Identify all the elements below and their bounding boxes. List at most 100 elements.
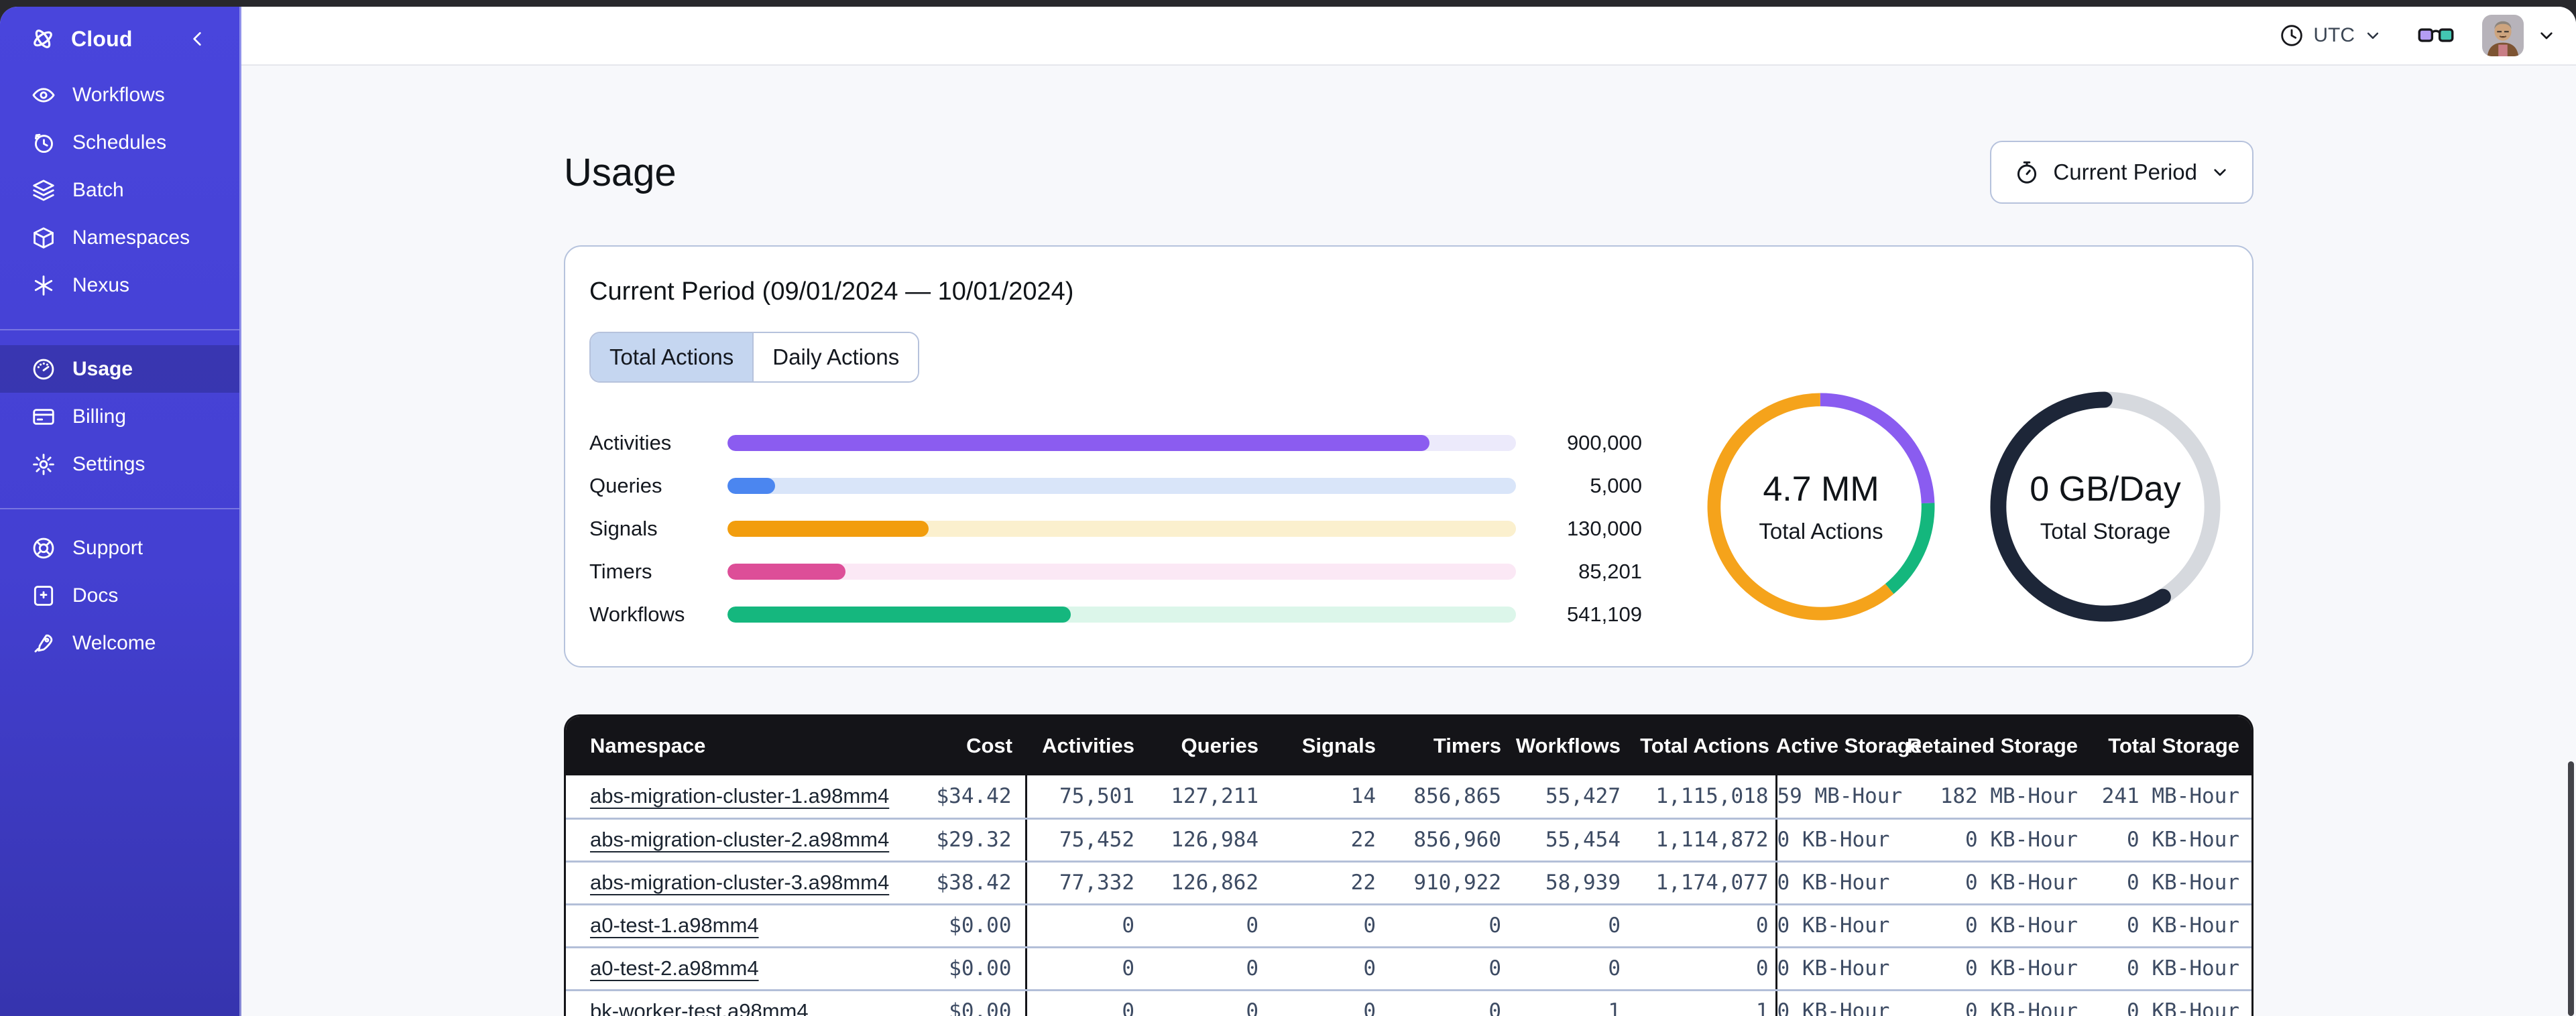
signals-cell: 0 — [1265, 990, 1383, 1016]
sidebar-item-batch[interactable]: Batch — [0, 166, 239, 214]
temporal-logo-icon — [30, 25, 56, 52]
column-header-workflows: Workflows — [1508, 716, 1627, 775]
timezone-selector[interactable]: UTC — [2278, 22, 2383, 49]
namespace-link[interactable]: bk-worker-test.a98mm4 — [590, 999, 809, 1016]
activities-cell: 77,332 — [1026, 861, 1141, 905]
card-title: Current Period (09/01/2024 — 10/01/2024) — [589, 277, 1074, 306]
bar-row-timers: Timers 85,201 — [589, 550, 1642, 593]
workflows-cell: 0 — [1508, 947, 1627, 991]
bar-value: 85,201 — [1578, 560, 1642, 583]
bar-fill — [727, 564, 846, 580]
bar-value: 541,109 — [1566, 602, 1642, 626]
topbar: UTC — [241, 7, 2576, 66]
collapse-sidebar-icon[interactable] — [187, 28, 209, 50]
signals-cell: 14 — [1265, 775, 1383, 820]
queries-cell: 0 — [1141, 947, 1265, 991]
clock-icon — [31, 130, 56, 155]
scrollbar-thumb[interactable] — [2568, 761, 2574, 1016]
column-header-timers: Timers — [1383, 716, 1508, 775]
sidebar-item-usage[interactable]: Usage — [0, 345, 239, 393]
namespace-link[interactable]: abs-migration-cluster-2.a98mm4 — [590, 828, 889, 851]
stopwatch-icon — [2013, 158, 2041, 186]
bar-label: Queries — [589, 474, 662, 497]
namespace-link[interactable]: abs-migration-cluster-3.a98mm4 — [590, 871, 889, 894]
retained-storage-cell: 182 MB-Hour — [1890, 775, 2085, 820]
namespace-cell: abs-migration-cluster-2.a98mm4 — [566, 818, 889, 863]
total-storage-cell: 0 KB-Hour — [2085, 818, 2251, 863]
sidebar-item-schedules[interactable]: Schedules — [0, 119, 239, 166]
bar-track — [727, 521, 1516, 537]
sidebar-item-billing[interactable]: Billing — [0, 393, 239, 440]
gear-icon — [31, 452, 56, 477]
tab-daily-actions[interactable]: Daily Actions — [752, 333, 919, 381]
bar-fill — [727, 607, 1071, 623]
workflows-cell: 1 — [1508, 990, 1627, 1016]
period-selector-button[interactable]: Current Period — [1990, 141, 2253, 204]
sidebar-item-label: Support — [72, 536, 143, 559]
bar-value: 5,000 — [1590, 474, 1642, 497]
signals-cell: 0 — [1265, 904, 1383, 948]
table-row: abs-migration-cluster-3.a98mm4 $38.42 77… — [566, 861, 2251, 905]
user-menu-chevron-icon[interactable] — [2536, 25, 2557, 46]
active-storage-cell: 0 KB-Hour — [1776, 947, 1890, 991]
total-storage-cell: 0 KB-Hour — [2085, 947, 2251, 991]
donut-label: Total Actions — [1759, 519, 1883, 544]
sidebar-item-label: Settings — [72, 452, 145, 475]
timers-cell: 0 — [1383, 947, 1508, 991]
content-area: Usage Current Period Current Period (09/… — [241, 66, 2576, 1016]
table-row: abs-migration-cluster-2.a98mm4 $29.32 75… — [566, 818, 2251, 863]
chevron-down-icon — [2363, 25, 2383, 46]
total-storage-cell: 0 KB-Hour — [2085, 861, 2251, 905]
sidebar-item-settings[interactable]: Settings — [0, 440, 239, 488]
sidebar: Cloud Workflows Schedules Batch Namespac… — [0, 7, 241, 1016]
sidebar-item-namespaces[interactable]: Namespaces — [0, 214, 239, 261]
sidebar-item-welcome[interactable]: Welcome — [0, 619, 239, 667]
credit-card-icon — [31, 404, 56, 430]
sidebar-item-label: Schedules — [72, 131, 167, 153]
total-actions-cell: 0 — [1627, 947, 1777, 991]
brand-row[interactable]: Cloud — [0, 7, 239, 71]
total-storage-cell: 0 KB-Hour — [2085, 990, 2251, 1016]
column-header-cost: Cost — [813, 716, 1026, 775]
namespace-link[interactable]: a0-test-1.a98mm4 — [590, 913, 759, 937]
namespace-cell: a0-test-1.a98mm4 — [566, 904, 813, 948]
main-area: UTC Usage Current Period Current Period … — [241, 7, 2576, 1016]
sidebar-item-support[interactable]: Support — [0, 524, 239, 572]
sidebar-item-nexus[interactable]: Nexus — [0, 261, 239, 309]
namespace-cell: a0-test-2.a98mm4 — [566, 947, 813, 991]
namespace-link[interactable]: a0-test-2.a98mm4 — [590, 956, 759, 980]
namespace-usage-table: Namespace Cost Activities Queries Signal… — [564, 714, 2253, 1016]
activities-cell: 0 — [1026, 990, 1141, 1016]
bar-label: Signals — [589, 517, 658, 540]
labs-glasses-icon[interactable] — [2418, 24, 2454, 47]
tab-total-actions[interactable]: Total Actions — [591, 333, 753, 381]
retained-storage-cell: 0 KB-Hour — [1890, 818, 2085, 863]
timers-cell: 856,865 — [1383, 775, 1508, 820]
retained-storage-cell: 0 KB-Hour — [1890, 861, 2085, 905]
retained-storage-cell: 0 KB-Hour — [1890, 990, 2085, 1016]
book-icon — [31, 583, 56, 609]
sidebar-divider — [0, 508, 239, 509]
signals-cell: 0 — [1265, 947, 1383, 991]
sidebar-item-workflows[interactable]: Workflows — [0, 71, 239, 119]
bar-row-activities: Activities 900,000 — [589, 422, 1642, 464]
bar-row-signals: Signals 130,000 — [589, 507, 1642, 550]
sidebar-item-docs[interactable]: Docs — [0, 572, 239, 619]
bar-value: 900,000 — [1566, 431, 1642, 454]
table-row: bk-worker-test.a98mm4 $0.00 0 0 0 0 1 1 … — [566, 990, 2251, 1016]
queries-cell: 126,862 — [1141, 861, 1265, 905]
total-storage-cell: 241 MB-Hour — [2085, 775, 2251, 820]
namespace-link[interactable]: abs-migration-cluster-1.a98mm4 — [590, 784, 889, 808]
total-actions-cell: 1 — [1627, 990, 1777, 1016]
donut-value: 4.7 MM — [1763, 470, 1879, 509]
namespace-cell: abs-migration-cluster-1.a98mm4 — [566, 775, 889, 820]
workflows-cell: 55,454 — [1508, 818, 1627, 863]
retained-storage-cell: 0 KB-Hour — [1890, 904, 2085, 948]
timers-cell: 0 — [1383, 904, 1508, 948]
sidebar-item-label: Nexus — [72, 273, 130, 296]
sidebar-item-label: Welcome — [72, 631, 156, 654]
queries-cell: 0 — [1141, 904, 1265, 948]
avatar[interactable] — [2482, 15, 2524, 56]
sidebar-item-label: Namespaces — [72, 226, 190, 249]
total-actions-cell: 1,115,018 — [1627, 775, 1777, 820]
